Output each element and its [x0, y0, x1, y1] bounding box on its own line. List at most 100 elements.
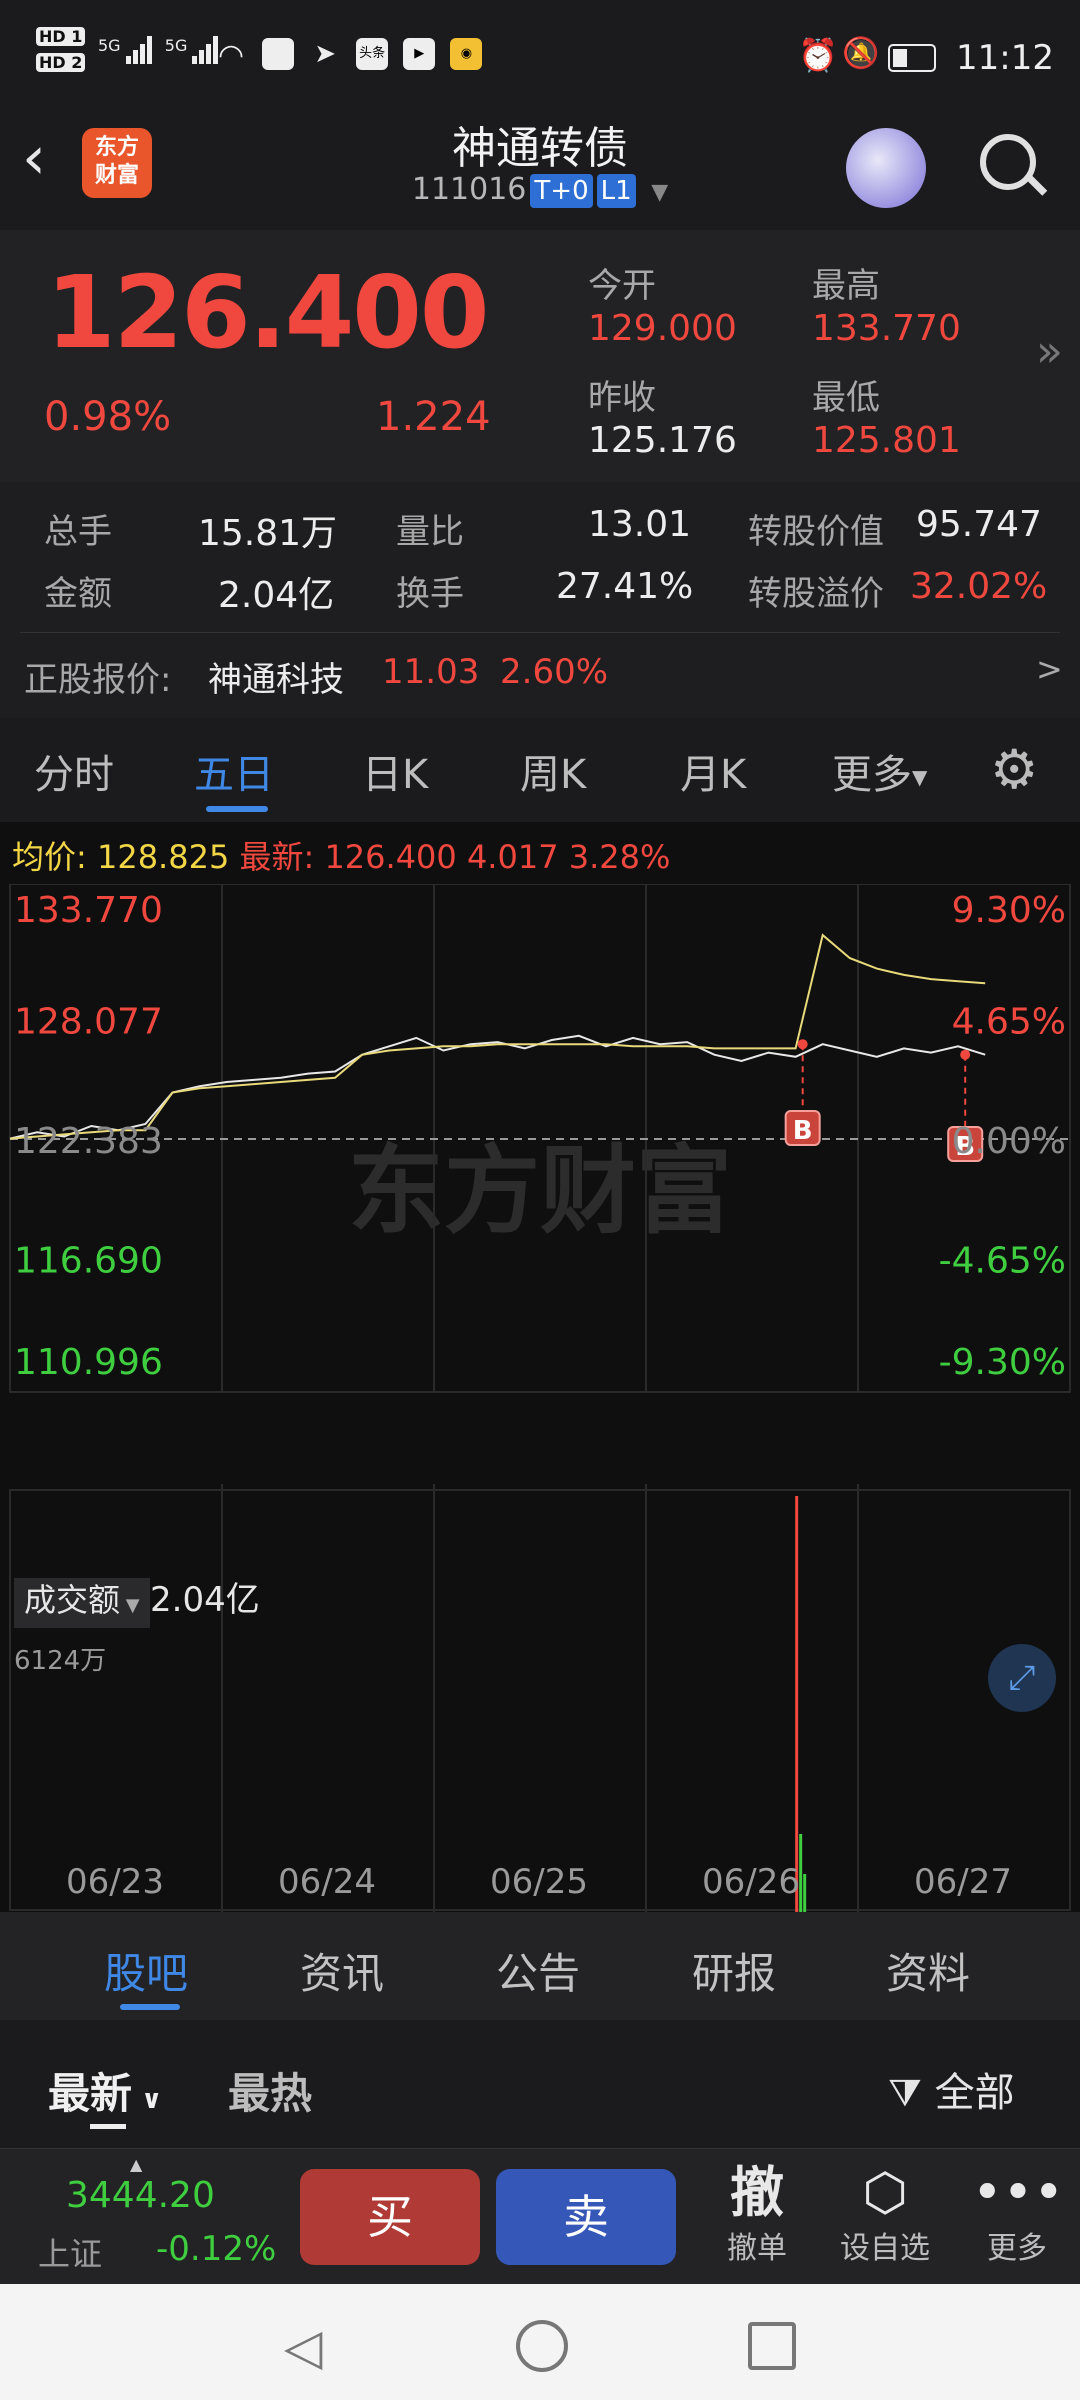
chevron-down-icon: ∨ [132, 2085, 163, 2115]
tab-weekly-k[interactable]: 周K [520, 742, 586, 800]
underlying-percent: 2.60% [500, 652, 609, 692]
chart-legend: 均价: 128.825 最新: 126.400 4.017 3.28% [12, 832, 670, 878]
active-tab-indicator [120, 2004, 180, 2010]
y-axis-left-label: 133.770 [14, 890, 163, 931]
latest-label: 最新: [239, 838, 315, 876]
volume-max-label: 6124万 [14, 1646, 107, 1676]
tab-news[interactable]: 资讯 [300, 1940, 384, 2001]
tab-more[interactable]: 更多▼ [832, 742, 927, 800]
underlying-label: 正股报价: [24, 660, 172, 700]
date-label: 06/25 [490, 1862, 588, 1902]
premium-value: 32.02% [910, 566, 1048, 607]
tab-five-day[interactable]: 五日 [194, 742, 274, 800]
amount-label: 金额 [44, 574, 112, 614]
sim1-badge: HD 1 [36, 27, 86, 46]
underlying-price: 11.03 [382, 652, 480, 692]
caret-down-icon: ▼ [120, 1595, 140, 1616]
date-label: 06/23 [66, 1862, 164, 1902]
l1-tag: L1 [596, 174, 636, 208]
latest-percent: 3.28% [568, 838, 671, 876]
underlying-row[interactable]: 正股报价: 神通科技 11.03 2.60% > [0, 634, 1080, 718]
buy-button[interactable]: 买 [300, 2169, 480, 2265]
y-axis-left-label: 122.383 [14, 1121, 163, 1162]
net2-label: 5G [164, 36, 188, 55]
more-button[interactable]: ••• 更多 [972, 2163, 1064, 2267]
volume-label: 总手 [44, 512, 112, 552]
index-percent: -0.12% [156, 2229, 277, 2269]
low-value: 125.801 [812, 420, 961, 461]
conv-value-label: 转股价值 [748, 512, 884, 552]
security-code: 111016 [411, 172, 527, 207]
conv-value-value: 95.747 [916, 504, 1042, 545]
app-notif-icon [262, 38, 294, 70]
sort-latest-label: 最新 [48, 2069, 133, 2118]
prev-close-label: 昨收 [588, 378, 656, 418]
tab-research[interactable]: 研报 [692, 1940, 776, 2001]
robot-assistant-icon[interactable] [846, 128, 926, 208]
signal-icons: 5G 5G [98, 36, 220, 64]
sim2-badge: HD 2 [36, 53, 86, 72]
wifi-icon: ◠ [218, 38, 245, 73]
turnover-value: 27.41% [556, 566, 694, 607]
volume-chart-frame [9, 1489, 1071, 1911]
sort-hot[interactable]: 最热 [228, 2060, 312, 2121]
vol-ratio-value: 13.01 [588, 504, 692, 545]
sort-latest[interactable]: 最新 ∨ [48, 2060, 162, 2121]
nav-recents-icon[interactable] [748, 2322, 796, 2370]
chart-period-tabs: 分时 五日 日K 周K 月K 更多▼ ⚙ [0, 718, 1080, 822]
premium-label: 转股溢价 [748, 574, 884, 614]
y-axis-left-label: 128.077 [14, 1002, 163, 1043]
stats-panel: 总手 15.81万 量比 13.01 转股价值 95.747 金额 2.04亿 … [0, 482, 1080, 718]
system-nav-bar: ◁ [0, 2284, 1080, 2400]
date-label: 06/27 [914, 1862, 1012, 1902]
settings-gear-icon[interactable]: ⚙ [990, 738, 1038, 801]
buy-marker-label: B [793, 1116, 813, 1146]
content-tabs: 股吧 资讯 公告 研报 资料 [0, 1912, 1080, 2020]
caret-down-icon: ▼ [912, 765, 928, 789]
volume-selector-label: 成交额 [24, 1581, 121, 1619]
filter-icon: ⧩ [888, 2071, 922, 2115]
post-filters: 最新 ∨ 最热 ⧩ 全部 [0, 2020, 1080, 2148]
change-amount: 1.224 [376, 394, 491, 440]
tab-guba[interactable]: 股吧 [104, 1940, 188, 2001]
five-day-chart: 均价: 128.825 最新: 126.400 4.017 3.28% 东方财富… [0, 822, 1080, 1912]
index-value[interactable]: 3444.20 [66, 2175, 215, 2216]
y-axis-left-label: 110.996 [14, 1342, 163, 1383]
dropdown-icon: ▼ [651, 180, 669, 205]
latest-value: 126.400 [324, 838, 457, 876]
alarm-icon: ⏰ [798, 36, 838, 74]
high-value: 133.770 [812, 308, 961, 349]
amount-value: 2.04亿 [218, 575, 335, 616]
add-watchlist-button[interactable]: ⬡ 设自选 [830, 2163, 940, 2267]
video-icon: ▶ [403, 38, 436, 70]
tab-monthly-k[interactable]: 月K [680, 742, 746, 800]
net1-label: 5G [98, 36, 121, 55]
divider [20, 632, 1060, 633]
fullscreen-expand-icon[interactable]: ⤢ [988, 1644, 1056, 1712]
more-label: 更多 [987, 2231, 1047, 2266]
cancel-order-button[interactable]: 撤 撤单 [712, 2163, 802, 2267]
tab-daily-k[interactable]: 日K [362, 742, 428, 800]
toutiao-icon: 头条 [356, 38, 389, 70]
signal-2-icon [192, 36, 220, 64]
trade-action-bar: ▲ 3444.20 上证 -0.12% 买 卖 撤 撤单 ⬡ 设自选 ••• 更… [0, 2148, 1080, 2285]
filter-all-label: 全部 [934, 2070, 1015, 2116]
nav-back-icon[interactable]: ◁ [284, 2318, 322, 2376]
cancel-glyph: 撤 [730, 2161, 784, 2224]
notification-icons: ➤ 头条 ▶ ◉ [262, 38, 492, 70]
tab-profile[interactable]: 资料 [886, 1940, 970, 2001]
tab-announcements[interactable]: 公告 [496, 1940, 580, 2001]
turnover-label: 换手 [396, 574, 464, 614]
filter-all[interactable]: ⧩ 全部 [888, 2060, 1015, 2118]
tab-more-label: 更多 [832, 752, 912, 798]
expand-chevron-icon[interactable]: » [1036, 326, 1063, 377]
underlying-arrow-icon: > [1036, 650, 1063, 688]
caret-up-icon: ▲ [130, 2155, 143, 2174]
nav-home-icon[interactable] [516, 2320, 568, 2372]
y-axis-right-label: -9.30% [939, 1342, 1066, 1383]
prev-close-value: 125.176 [588, 420, 737, 461]
sell-button[interactable]: 卖 [496, 2169, 676, 2265]
volume-type-selector[interactable]: 成交额 ▼ [14, 1578, 150, 1628]
vol-ratio-label: 量比 [396, 512, 464, 552]
tab-intraday[interactable]: 分时 [34, 742, 114, 800]
